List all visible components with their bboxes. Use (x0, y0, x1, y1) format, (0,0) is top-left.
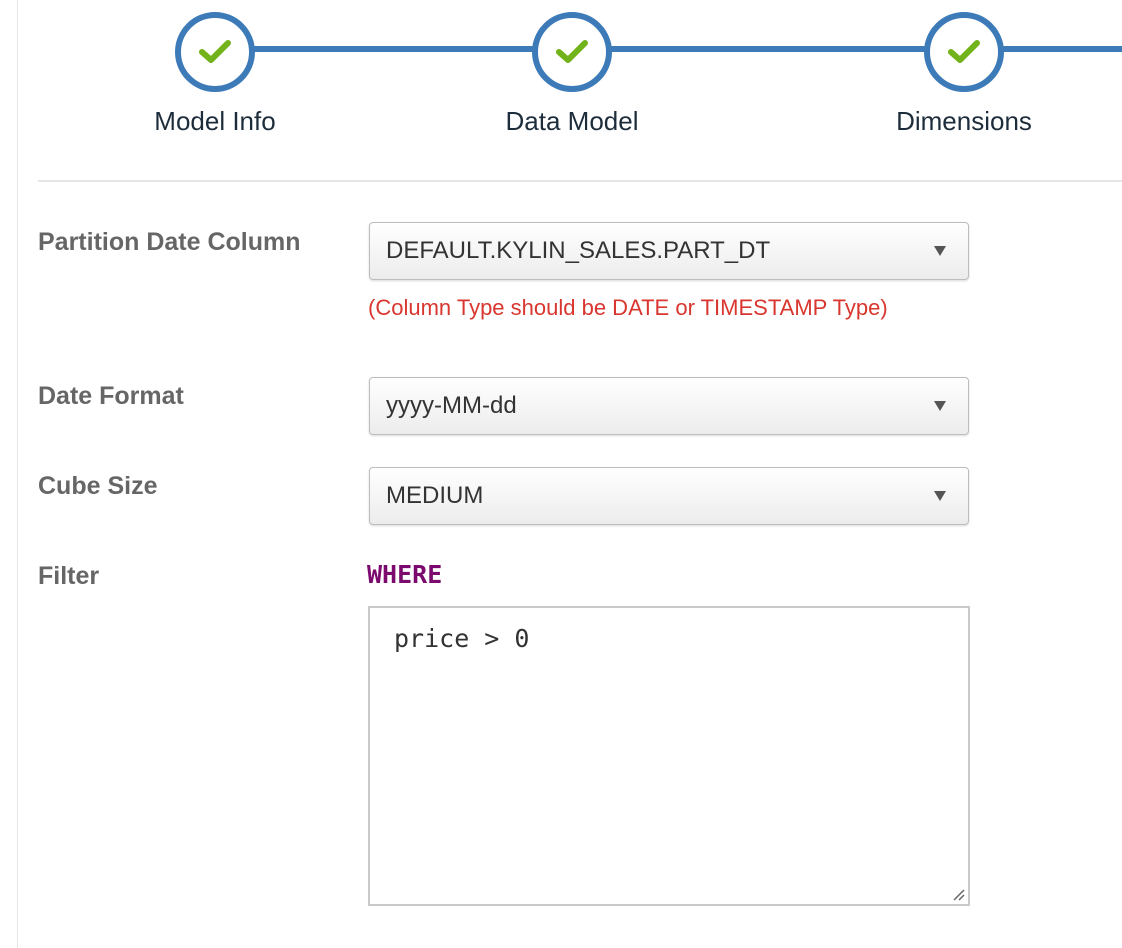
partition-column-type-hint: (Column Type should be DATE or TIMESTAMP… (368, 295, 888, 320)
date-format-label: Date Format (38, 382, 184, 410)
section-divider (38, 180, 1122, 182)
wizard-step-model-info[interactable]: Model Info (95, 12, 335, 137)
check-icon (199, 40, 231, 63)
step-label: Dimensions (896, 106, 1032, 136)
select-value: MEDIUM (386, 482, 484, 509)
wizard-steps: Model Info Data Model Dimensions (0, 0, 1122, 150)
caret-down-icon (934, 401, 946, 411)
check-icon (556, 40, 588, 63)
select-value: DEFAULT.KYLIN_SALES.PART_DT (386, 237, 771, 264)
step-complete-indicator (532, 12, 612, 92)
check-icon (948, 40, 980, 63)
caret-down-icon (934, 491, 946, 501)
step-label: Model Info (154, 106, 276, 136)
cube-size-select[interactable]: MEDIUM (369, 467, 969, 525)
partition-date-column-select[interactable]: DEFAULT.KYLIN_SALES.PART_DT (369, 222, 969, 280)
filter-label: Filter (38, 562, 100, 590)
filter-textarea[interactable]: price > 0 (368, 606, 970, 906)
date-format-select[interactable]: yyyy-MM-dd (369, 377, 969, 435)
where-keyword: WHERE (367, 560, 443, 589)
caret-down-icon (934, 246, 946, 256)
cube-size-label: Cube Size (38, 472, 158, 500)
select-value: yyyy-MM-dd (386, 392, 517, 419)
resize-grip-icon[interactable] (951, 887, 965, 901)
wizard-step-data-model[interactable]: Data Model (452, 12, 692, 137)
step-label: Data Model (505, 106, 639, 136)
filter-text: price > 0 (394, 624, 530, 653)
wizard-step-dimensions[interactable]: Dimensions (844, 12, 1084, 137)
step-complete-indicator (924, 12, 1004, 92)
step-complete-indicator (175, 12, 255, 92)
partition-date-column-label: Partition Date Column (38, 228, 301, 256)
